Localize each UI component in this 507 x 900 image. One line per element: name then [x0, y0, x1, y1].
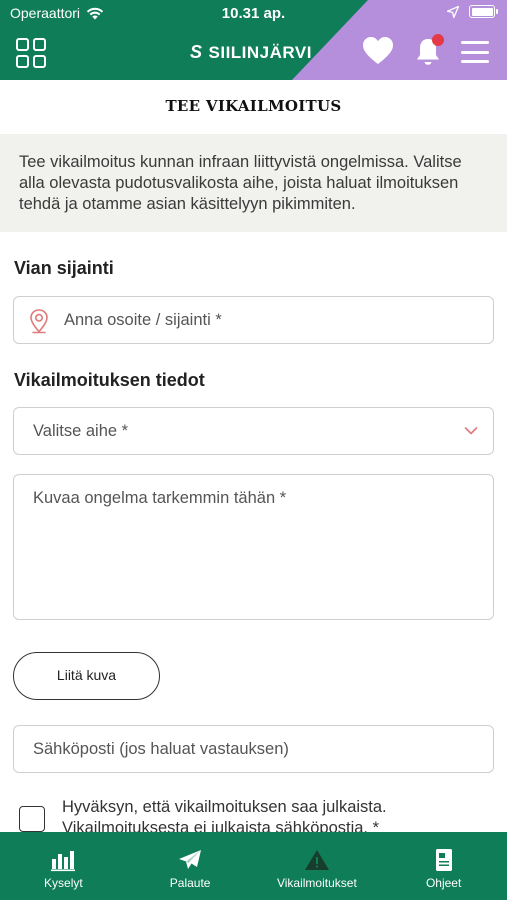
location-pin-icon [30, 309, 48, 334]
warning-icon [304, 850, 329, 870]
topic-select[interactable]: Valitse aihe * [13, 407, 494, 455]
notifications-button[interactable] [414, 34, 444, 68]
hamburger-menu-icon[interactable] [461, 41, 489, 63]
details-section-label: Vikailmoituksen tiedot [14, 370, 205, 390]
location-arrow-icon [447, 5, 459, 18]
tab-label: Palaute [169, 876, 211, 890]
brand-logo: S [190, 42, 203, 62]
location-placeholder: Anna osoite / sijainti * [64, 311, 222, 329]
description-textarea[interactable]: Kuvaa ongelma tarkemmin tähän * [13, 474, 494, 620]
menu-grid-icon[interactable] [16, 38, 46, 68]
location-input[interactable]: Anna osoite / sijainti * [13, 296, 494, 344]
status-bar: Operaattori 10.31 ap. [0, 0, 507, 28]
email-input[interactable]: Sähköposti (jos haluat vastauksen) [13, 725, 494, 773]
tab-label: Vikailmoitukset [276, 876, 357, 890]
consent-checkbox[interactable] [19, 806, 45, 832]
page-title: TEE VIKAILMOITUS [165, 97, 342, 115]
intro-text: Tee vikailmoitus kunnan infraan liittyvi… [0, 134, 507, 232]
notification-badge [432, 34, 444, 46]
bar-chart-icon [51, 851, 76, 872]
bottom-tab-bar: Kyselyt Palaute Vikailmoitukset Ohjeet [0, 832, 507, 900]
document-icon [435, 849, 452, 871]
attach-image-button[interactable]: Liitä kuva [13, 652, 160, 700]
brand[interactable]: S SIILINJÄRVI [190, 42, 312, 63]
email-placeholder: Sähköposti (jos haluat vastauksen) [33, 740, 289, 758]
tab-kyselyt[interactable]: Kyselyt [0, 832, 127, 900]
tab-label: Ohjeet [425, 876, 462, 890]
brand-name: SIILINJÄRVI [208, 42, 312, 62]
tab-vikailmoitukset[interactable]: Vikailmoitukset [254, 832, 381, 900]
battery-icon [469, 5, 498, 18]
consent-row: Hyväksyn, että vikailmoituksen saa julka… [19, 797, 489, 833]
tab-palaute[interactable]: Palaute [127, 832, 254, 900]
chevron-down-icon [464, 427, 478, 435]
app-header: Operaattori 10.31 ap. S SIILINJÄRVI [0, 0, 507, 80]
nav-row: S SIILINJÄRVI [0, 30, 507, 80]
heart-icon[interactable] [362, 36, 394, 66]
consent-text: Hyväksyn, että vikailmoituksen saa julka… [62, 798, 387, 833]
tab-label: Kyselyt [44, 876, 83, 890]
tab-ohjeet[interactable]: Ohjeet [380, 832, 507, 900]
description-placeholder: Kuvaa ongelma tarkemmin tähän * [33, 489, 287, 507]
status-right-group [447, 5, 498, 18]
paper-plane-icon [179, 850, 202, 869]
status-time: 10.31 ap. [221, 5, 286, 22]
topic-placeholder: Valitse aihe * [33, 422, 129, 440]
location-section-label: Vian sijainti [14, 258, 114, 278]
